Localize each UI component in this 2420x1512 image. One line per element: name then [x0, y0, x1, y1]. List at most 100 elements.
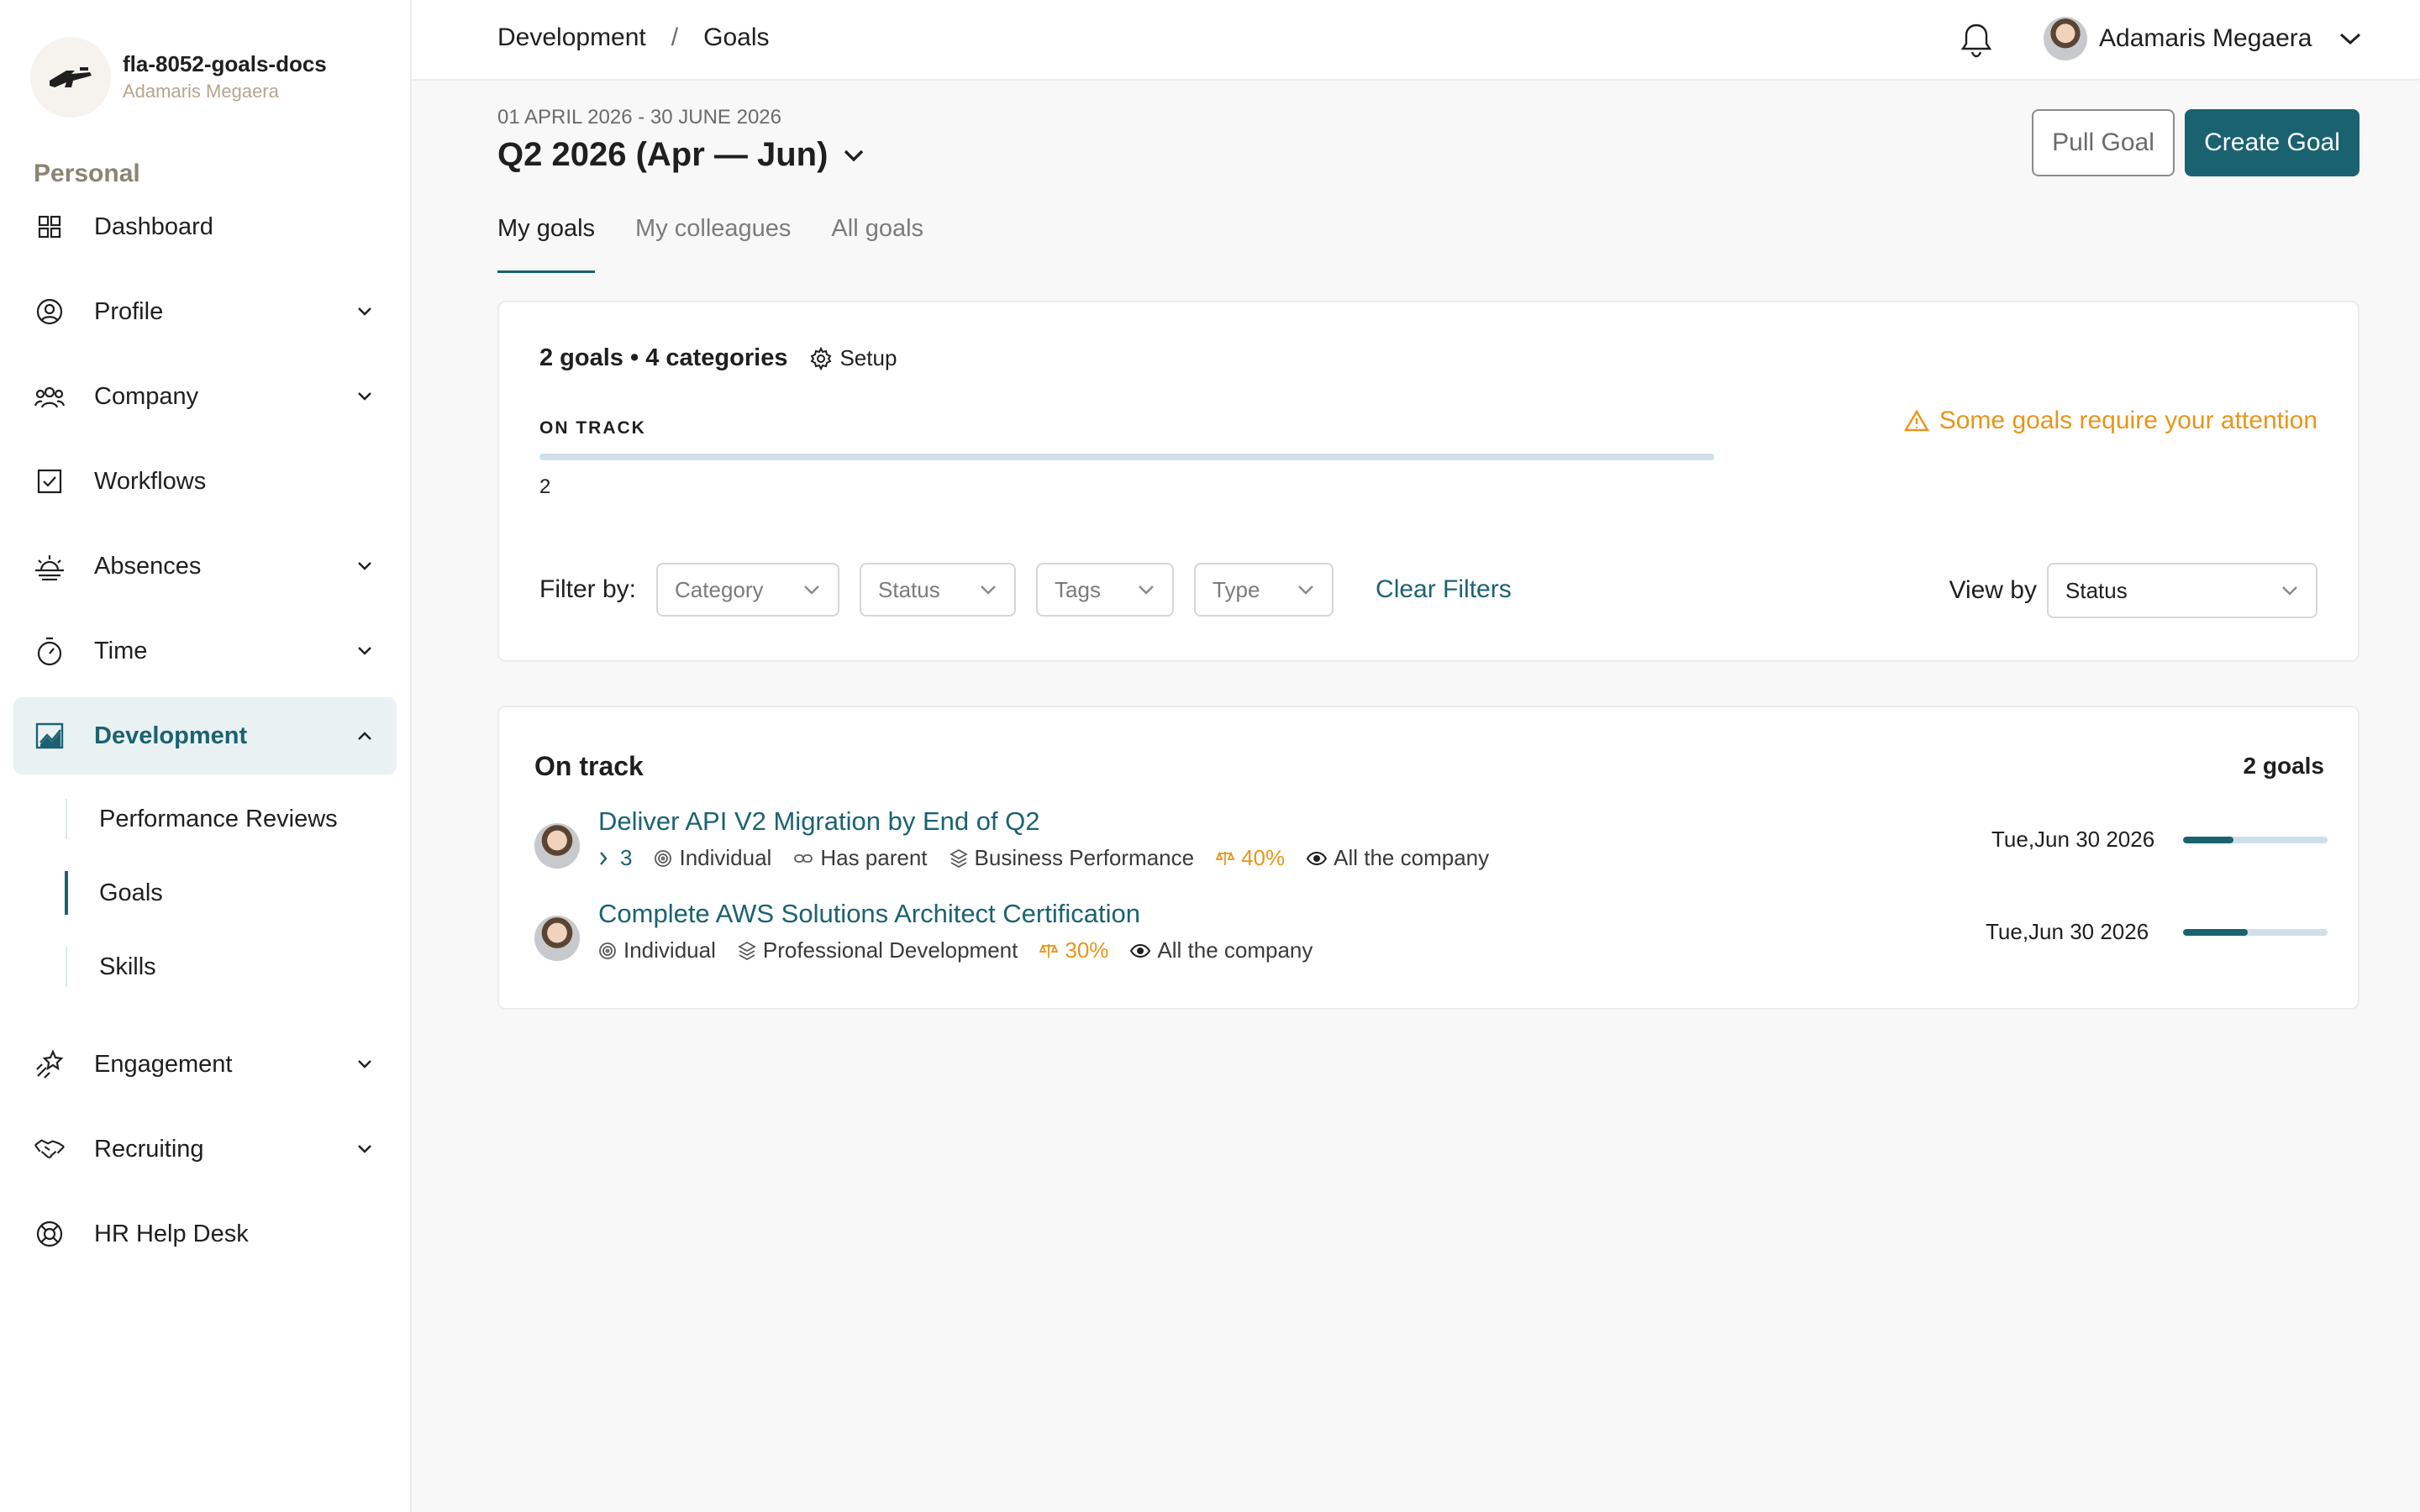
- status-filter-label: Status: [878, 576, 940, 602]
- layers-icon: [738, 941, 756, 961]
- goal-row[interactable]: Deliver API V2 Migration by End of Q2 3 …: [534, 806, 2328, 890]
- tags-filter[interactable]: Tags: [1036, 563, 1175, 617]
- sidebar-item-label: HR Help Desk: [94, 1220, 249, 1247]
- sidebar-nav: Dashboard Profile Company Workflows Abse…: [13, 188, 397, 1280]
- goal-parent-label: Has parent: [820, 845, 928, 870]
- type-filter-label: Type: [1213, 576, 1260, 602]
- subnav-item-performance-reviews[interactable]: Performance Reviews: [52, 782, 397, 856]
- sidebar: fla-8052-goals-docs Adamaris Megaera Per…: [0, 0, 412, 1512]
- sidebar-item-dashboard[interactable]: Dashboard: [13, 188, 397, 265]
- goal-weight-label: 40%: [1241, 845, 1286, 870]
- view-by: View by Status: [1949, 563, 2317, 618]
- org-switcher[interactable]: fla-8052-goals-docs Adamaris Megaera: [30, 37, 327, 118]
- stopwatch-icon: [34, 635, 66, 667]
- goal-progress-fill: [2183, 837, 2234, 843]
- goal-meta: Individual Professional Development 30% …: [598, 937, 1313, 963]
- sidebar-item-profile[interactable]: Profile: [13, 273, 397, 350]
- user-name: Adamaris Megaera: [2099, 24, 2312, 52]
- scale-icon: [1216, 850, 1235, 867]
- grid-icon: [34, 211, 66, 243]
- goal-row[interactable]: Complete AWS Solutions Architect Certifi…: [534, 899, 2328, 983]
- org-logo: [30, 37, 111, 118]
- sidebar-item-company[interactable]: Company: [13, 358, 397, 435]
- summary-header: 2 goals • 4 categories Setup: [539, 344, 897, 372]
- goal-category-label: Business Performance: [974, 845, 1195, 870]
- type-filter[interactable]: Type: [1194, 563, 1334, 617]
- org-user: Adamaris Megaera: [123, 81, 279, 102]
- filter-row: Filter by: Category Status Tags Type Cle…: [539, 563, 1512, 617]
- goal-category-label: Professional Development: [762, 937, 1018, 963]
- bell-icon[interactable]: [1954, 18, 1998, 62]
- clear-filters-link[interactable]: Clear Filters: [1376, 575, 1512, 604]
- category-filter-label: Category: [675, 576, 764, 602]
- period-selector[interactable]: Q2 2026 (Apr — Jun): [497, 136, 865, 174]
- goal-visibility-label: All the company: [1157, 937, 1313, 963]
- sidebar-item-label: Profile: [94, 297, 164, 325]
- goal-category: Professional Development: [738, 937, 1018, 963]
- goal-weight: 30%: [1039, 937, 1108, 963]
- breadcrumb-parent[interactable]: Development: [497, 24, 646, 52]
- chevron-right-icon: [598, 850, 608, 867]
- chevron-down-icon: [355, 556, 375, 576]
- development-subnav: Performance Reviews Goals Skills: [52, 782, 397, 1004]
- sunrise-icon: [34, 550, 66, 582]
- sidebar-item-engagement[interactable]: Engagement: [13, 1026, 397, 1103]
- goal-progress-bar: [2183, 929, 2328, 936]
- category-filter[interactable]: Category: [656, 563, 840, 617]
- sidebar-item-workflows[interactable]: Workflows: [13, 443, 397, 520]
- goals-count: 2 goals • 4 categories: [539, 344, 788, 371]
- attention-warning[interactable]: Some goals require your attention: [1903, 407, 2317, 435]
- gear-icon: [809, 346, 833, 370]
- sidebar-item-label: Dashboard: [94, 213, 213, 240]
- chevron-down-icon: [355, 1054, 375, 1074]
- goal-parent: Has parent: [793, 845, 928, 871]
- pull-goal-button[interactable]: Pull Goal: [2032, 109, 2175, 176]
- children-count: 3: [620, 845, 633, 870]
- setup-button[interactable]: Setup: [809, 345, 897, 371]
- goal-type: Individual: [598, 937, 716, 963]
- chevron-down-icon: [2338, 32, 2362, 45]
- link-icon: [793, 852, 813, 865]
- goal-due-date: Tue,Jun 30 2026: [1986, 919, 2149, 944]
- sidebar-item-time[interactable]: Time: [13, 612, 397, 690]
- sidebar-item-label: Time: [94, 637, 148, 664]
- sidebar-item-label: Company: [94, 382, 199, 410]
- status-filter[interactable]: Status: [860, 563, 1017, 617]
- create-goal-button[interactable]: Create Goal: [2185, 109, 2360, 176]
- user-menu[interactable]: Adamaris Megaera: [2044, 17, 2362, 60]
- sidebar-item-hr-help-desk[interactable]: HR Help Desk: [13, 1195, 397, 1273]
- filter-label: Filter by:: [539, 575, 637, 603]
- attention-text: Some goals require your attention: [1939, 407, 2317, 434]
- tab-all-goals[interactable]: All goals: [831, 215, 923, 273]
- goal-visibility: All the company: [1307, 845, 1489, 871]
- subnav-item-goals[interactable]: Goals: [52, 856, 397, 930]
- setup-label: Setup: [839, 345, 897, 370]
- goal-visibility-label: All the company: [1334, 845, 1490, 870]
- sidebar-item-absences[interactable]: Absences: [13, 528, 397, 605]
- tab-my-colleagues[interactable]: My colleagues: [635, 215, 791, 273]
- chevron-down-icon: [355, 302, 375, 322]
- breadcrumb: Development / Goals: [497, 24, 769, 52]
- chevron-down-icon: [355, 1139, 375, 1159]
- sidebar-item-label: Recruiting: [94, 1135, 204, 1163]
- goal-title[interactable]: Deliver API V2 Migration by End of Q2: [598, 806, 1040, 837]
- goal-visibility: All the company: [1130, 937, 1313, 963]
- sidebar-item-recruiting[interactable]: Recruiting: [13, 1110, 397, 1188]
- sidebar-item-development[interactable]: Development: [13, 697, 397, 774]
- chevron-down-icon: [802, 584, 821, 596]
- chevron-down-icon: [355, 386, 375, 407]
- goal-progress-bar: [2183, 837, 2328, 843]
- goal-title[interactable]: Complete AWS Solutions Architect Certifi…: [598, 899, 1140, 929]
- goal-type-label: Individual: [623, 937, 716, 963]
- view-by-select[interactable]: Status: [2047, 563, 2317, 618]
- tab-my-goals[interactable]: My goals: [497, 215, 596, 273]
- children-toggle[interactable]: 3: [598, 845, 632, 871]
- goal-category: Business Performance: [949, 845, 1195, 871]
- eye-icon: [1130, 943, 1151, 958]
- avatar: [534, 916, 580, 961]
- eye-icon: [1307, 851, 1328, 866]
- chevron-down-icon: [1297, 584, 1315, 596]
- subnav-item-skills[interactable]: Skills: [52, 930, 397, 1004]
- sidebar-item-label: Absences: [94, 552, 202, 580]
- warning-icon: [1903, 409, 1929, 433]
